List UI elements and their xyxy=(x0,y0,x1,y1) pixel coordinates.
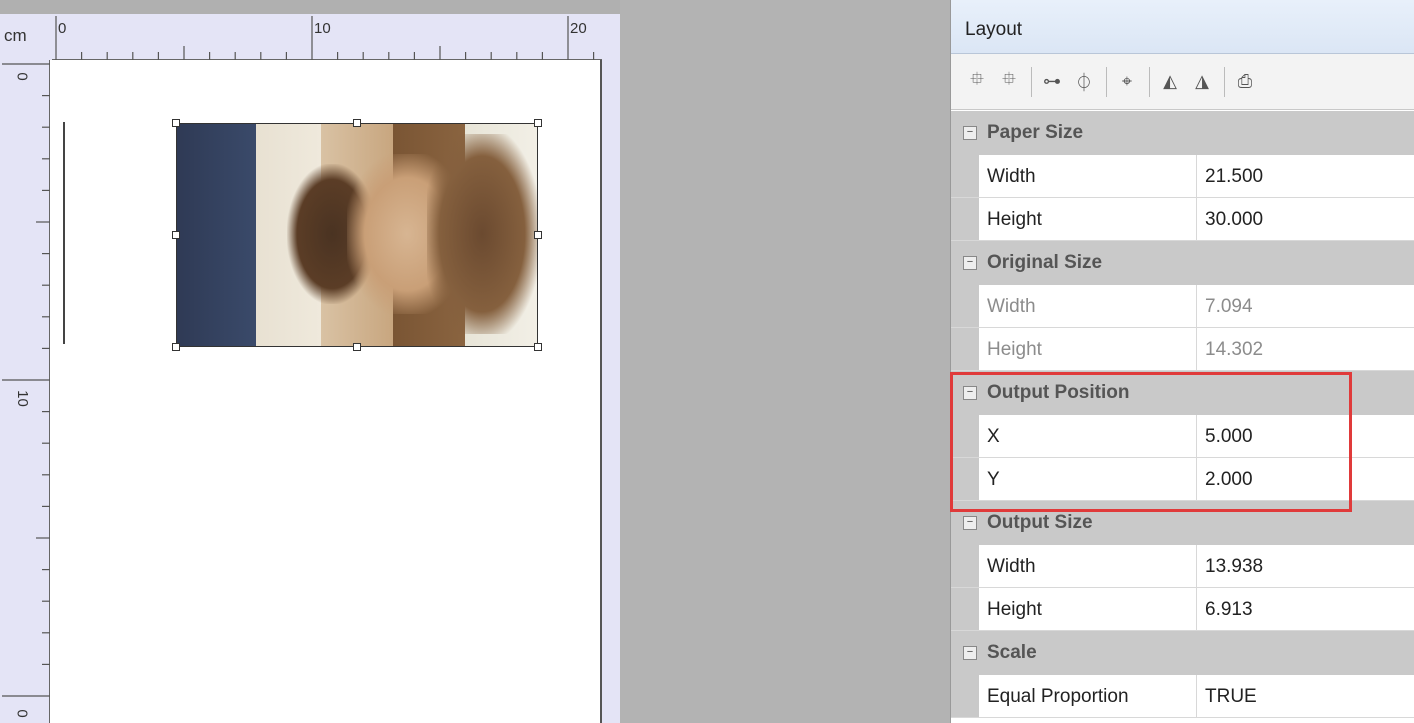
row-gutter xyxy=(951,198,979,240)
output-width-value[interactable]: 13.938 xyxy=(1197,545,1414,587)
layout-panel: Layout ⯐ ⯐ ⊶ ⏀ ⌖ ◭ ◮ ⎙ − Paper Size Widt… xyxy=(950,0,1414,723)
resize-handle-bottom[interactable] xyxy=(353,343,361,351)
property-name: X xyxy=(979,415,1197,457)
photo-region-hair xyxy=(427,134,537,334)
group-paper-size[interactable]: − Paper Size xyxy=(951,111,1414,155)
row-gutter xyxy=(951,328,979,370)
property-row: Height 14.302 xyxy=(951,328,1414,371)
group-output-position[interactable]: − Output Position xyxy=(951,371,1414,415)
resize-handle-top-right[interactable] xyxy=(534,119,542,127)
center-vertical-icon[interactable]: ⏀ xyxy=(1070,68,1098,96)
output-y-value[interactable]: 2.000 xyxy=(1197,458,1414,500)
placed-photo[interactable] xyxy=(176,123,538,347)
row-gutter xyxy=(951,155,979,197)
resize-handle-right[interactable] xyxy=(534,231,542,239)
property-name: Width xyxy=(979,155,1197,197)
row-gutter xyxy=(951,588,979,630)
property-row[interactable]: Height 6.913 xyxy=(951,588,1414,631)
original-width-value: 7.094 xyxy=(1205,296,1253,317)
collapse-icon[interactable]: − xyxy=(963,386,977,400)
row-gutter xyxy=(951,458,979,500)
toolbar-separator xyxy=(1224,66,1225,97)
mirror-icon[interactable]: ◮ xyxy=(1188,68,1216,96)
canvas-area: cm 0 10 20 0 10 0 xyxy=(0,0,620,723)
collapse-icon[interactable]: − xyxy=(963,516,977,530)
h-ruler-label-0: 0 xyxy=(58,20,67,37)
equal-proportion-value[interactable]: TRUE xyxy=(1197,675,1414,717)
collapse-icon[interactable]: − xyxy=(963,256,977,270)
v-ruler-label-0: 0 xyxy=(13,72,31,81)
collapse-icon[interactable]: − xyxy=(963,126,977,140)
row-gutter xyxy=(951,675,979,717)
property-name: Equal Proportion xyxy=(979,675,1197,717)
group-original-size[interactable]: − Original Size xyxy=(951,241,1414,285)
center-horizontal-icon[interactable]: ⊶ xyxy=(1038,68,1066,96)
group-label: Original Size xyxy=(987,252,1103,273)
property-row[interactable]: Y 2.000 xyxy=(951,458,1414,501)
group-label: Output Position xyxy=(987,382,1130,403)
panel-title: Layout xyxy=(951,0,1414,54)
property-name: Width xyxy=(979,545,1197,587)
collapse-icon[interactable]: − xyxy=(963,646,977,660)
toolbar-separator xyxy=(1149,66,1150,97)
v-ruler-label-20: 0 xyxy=(13,709,31,718)
paper-width-value[interactable]: 21.500 xyxy=(1197,155,1414,197)
horizontal-ruler[interactable]: 0 10 20 xyxy=(52,14,602,60)
resize-handle-left[interactable] xyxy=(172,231,180,239)
toolbar-separator xyxy=(1106,66,1107,97)
output-height-value[interactable]: 6.913 xyxy=(1197,588,1414,630)
ruler-unit-label: cm xyxy=(4,26,27,45)
h-ruler-label-10: 10 xyxy=(314,20,331,37)
workspace-background xyxy=(620,0,950,723)
vertical-ruler[interactable]: 0 10 0 xyxy=(0,60,50,723)
group-output-size[interactable]: − Output Size xyxy=(951,501,1414,545)
toolbar-separator xyxy=(1031,66,1032,97)
property-grid: − Paper Size Width 21.500 Height 30.000 … xyxy=(951,111,1414,718)
property-name: Width xyxy=(979,285,1197,327)
align-top-left-icon[interactable]: ⯐ xyxy=(963,68,991,96)
print-icon[interactable]: ⎙ xyxy=(1231,68,1259,96)
h-ruler-label-20: 20 xyxy=(570,20,587,37)
resize-handle-bottom-left[interactable] xyxy=(172,343,180,351)
canvas-top-bar xyxy=(0,0,620,14)
center-both-icon[interactable]: ⌖ xyxy=(1113,68,1141,96)
paper-height-value[interactable]: 30.000 xyxy=(1197,198,1414,240)
property-row[interactable]: Width 13.938 xyxy=(951,545,1414,588)
property-row[interactable]: Width 21.500 xyxy=(951,155,1414,198)
resize-handle-bottom-right[interactable] xyxy=(534,343,542,351)
property-row: Width 7.094 xyxy=(951,285,1414,328)
property-name: Height xyxy=(979,198,1197,240)
property-name: Height xyxy=(979,588,1197,630)
v-ruler-label-10: 10 xyxy=(13,390,31,407)
margin-marker-line xyxy=(63,122,65,344)
output-x-value[interactable]: 5.000 xyxy=(1197,415,1414,457)
row-gutter xyxy=(951,545,979,587)
resize-handle-top[interactable] xyxy=(353,119,361,127)
property-name: Y xyxy=(979,458,1197,500)
row-gutter xyxy=(951,285,979,327)
original-height-value: 14.302 xyxy=(1205,339,1264,360)
group-label: Paper Size xyxy=(987,122,1084,143)
flip-horizontal-icon[interactable]: ◭ xyxy=(1156,68,1184,96)
property-name: Height xyxy=(979,328,1197,370)
resize-handle-top-left[interactable] xyxy=(172,119,180,127)
group-label: Scale xyxy=(987,642,1037,663)
row-gutter xyxy=(951,415,979,457)
group-label: Output Size xyxy=(987,512,1093,533)
group-scale[interactable]: − Scale xyxy=(951,631,1414,675)
property-row[interactable]: Equal Proportion TRUE xyxy=(951,675,1414,718)
property-row[interactable]: Height 30.000 xyxy=(951,198,1414,241)
align-top-right-icon[interactable]: ⯐ xyxy=(995,68,1023,96)
panel-toolbar: ⯐ ⯐ ⊶ ⏀ ⌖ ◭ ◮ ⎙ xyxy=(951,54,1414,110)
property-row[interactable]: X 5.000 xyxy=(951,415,1414,458)
